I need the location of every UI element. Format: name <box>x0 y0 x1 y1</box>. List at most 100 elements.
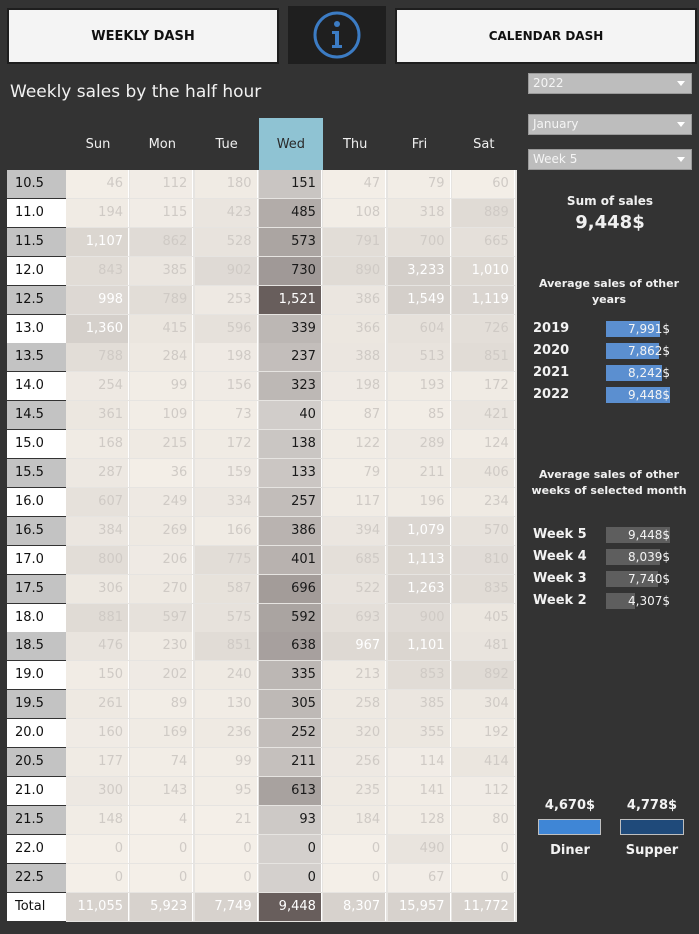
heatmap-cell[interactable]: 89 <box>130 690 194 719</box>
heatmap-cell[interactable]: 0 <box>194 834 258 863</box>
heatmap-cell[interactable]: 236 <box>194 719 258 748</box>
heatmap-cell[interactable]: 74 <box>130 748 194 776</box>
heatmap-cell[interactable]: 99 <box>130 372 194 401</box>
heatmap-cell[interactable]: 138 <box>258 430 322 459</box>
heatmap-cell[interactable]: 11,772 <box>451 892 515 921</box>
heatmap-cell[interactable]: 726 <box>451 314 515 343</box>
heatmap-cell[interactable]: 73 <box>194 401 258 430</box>
heatmap-cell[interactable]: 604 <box>387 314 451 343</box>
heatmap-cell[interactable]: 730 <box>258 256 322 285</box>
heatmap-cell[interactable]: 485 <box>258 198 322 227</box>
heatmap-cell[interactable]: 592 <box>258 603 322 632</box>
heatmap-cell[interactable]: 522 <box>323 574 387 603</box>
heatmap-cell[interactable]: 388 <box>323 343 387 372</box>
heatmap-cell[interactable]: 151 <box>258 170 322 198</box>
heatmap-cell[interactable]: 366 <box>323 314 387 343</box>
heatmap-cell[interactable]: 198 <box>323 372 387 401</box>
heatmap-cell[interactable]: 0 <box>451 834 515 863</box>
heatmap-cell[interactable]: 881 <box>66 603 129 632</box>
heatmap-cell[interactable]: 339 <box>258 314 322 343</box>
heatmap-cell[interactable]: 900 <box>387 603 451 632</box>
day-header-tue[interactable]: Tue <box>195 118 259 170</box>
heatmap-cell[interactable]: 40 <box>258 401 322 430</box>
heatmap-cell[interactable]: 177 <box>66 748 129 776</box>
heatmap-cell[interactable]: 696 <box>258 574 322 603</box>
heatmap-cell[interactable]: 0 <box>194 863 258 892</box>
heatmap-cell[interactable]: 1,263 <box>387 574 451 603</box>
heatmap-cell[interactable]: 789 <box>130 285 194 314</box>
heatmap-cell[interactable]: 93 <box>258 805 322 834</box>
heatmap-cell[interactable]: 0 <box>258 863 322 892</box>
heatmap-cell[interactable]: 1,113 <box>387 545 451 574</box>
heatmap-cell[interactable]: 613 <box>258 776 322 805</box>
heatmap-cell[interactable]: 115 <box>130 198 194 227</box>
heatmap-cell[interactable]: 685 <box>323 545 387 574</box>
heatmap-cell[interactable]: 415 <box>130 314 194 343</box>
heatmap-cell[interactable]: 889 <box>451 198 515 227</box>
heatmap-cell[interactable]: 1,119 <box>451 285 515 314</box>
heatmap-cell[interactable]: 406 <box>451 459 515 487</box>
heatmap-cell[interactable]: 0 <box>258 834 322 863</box>
heatmap-cell[interactable]: 159 <box>194 459 258 487</box>
heatmap-cell[interactable]: 156 <box>194 372 258 401</box>
heatmap-cell[interactable]: 320 <box>323 719 387 748</box>
heatmap-cell[interactable]: 172 <box>194 430 258 459</box>
heatmap-cell[interactable]: 122 <box>323 430 387 459</box>
heatmap-cell[interactable]: 851 <box>451 343 515 372</box>
heatmap-cell[interactable]: 184 <box>323 805 387 834</box>
heatmap-cell[interactable]: 1,107 <box>66 227 129 256</box>
heatmap-cell[interactable]: 169 <box>130 719 194 748</box>
heatmap-cell[interactable]: 11,055 <box>66 892 129 921</box>
heatmap-cell[interactable]: 80 <box>451 805 515 834</box>
heatmap-cell[interactable]: 7,749 <box>194 892 258 921</box>
heatmap-cell[interactable]: 421 <box>451 401 515 430</box>
heatmap-cell[interactable]: 270 <box>130 574 194 603</box>
heatmap-cell[interactable]: 253 <box>194 285 258 314</box>
heatmap-cell[interactable]: 304 <box>451 690 515 719</box>
heatmap-cell[interactable]: 481 <box>451 632 515 661</box>
year-dropdown[interactable]: 2022 <box>528 73 692 94</box>
heatmap-cell[interactable]: 386 <box>323 285 387 314</box>
heatmap-cell[interactable]: 85 <box>387 401 451 430</box>
heatmap-cell[interactable]: 168 <box>66 430 129 459</box>
heatmap-cell[interactable]: 249 <box>130 487 194 516</box>
heatmap-cell[interactable]: 1,079 <box>387 516 451 545</box>
day-header-sat[interactable]: Sat <box>452 118 516 170</box>
heatmap-cell[interactable]: 810 <box>451 545 515 574</box>
heatmap-cell[interactable]: 305 <box>258 690 322 719</box>
heatmap-cell[interactable]: 234 <box>451 487 515 516</box>
heatmap-cell[interactable]: 36 <box>130 459 194 487</box>
heatmap-cell[interactable]: 206 <box>130 545 194 574</box>
heatmap-cell[interactable]: 902 <box>194 256 258 285</box>
heatmap-cell[interactable]: 775 <box>194 545 258 574</box>
heatmap-cell[interactable]: 237 <box>258 343 322 372</box>
heatmap-cell[interactable]: 1,010 <box>451 256 515 285</box>
heatmap-cell[interactable]: 87 <box>323 401 387 430</box>
heatmap-cell[interactable]: 230 <box>130 632 194 661</box>
heatmap-cell[interactable]: 194 <box>66 198 129 227</box>
heatmap-cell[interactable]: 1,101 <box>387 632 451 661</box>
heatmap-cell[interactable]: 0 <box>66 834 129 863</box>
weekly-dash-button[interactable]: WEEKLY DASH <box>7 8 279 64</box>
heatmap-cell[interactable]: 665 <box>451 227 515 256</box>
heatmap-cell[interactable]: 490 <box>387 834 451 863</box>
day-header-thu[interactable]: Thu <box>323 118 387 170</box>
heatmap-cell[interactable]: 124 <box>451 430 515 459</box>
heatmap-cell[interactable]: 141 <box>387 776 451 805</box>
heatmap-cell[interactable]: 800 <box>66 545 129 574</box>
heatmap-cell[interactable]: 361 <box>66 401 129 430</box>
heatmap-cell[interactable]: 160 <box>66 719 129 748</box>
heatmap-cell[interactable]: 401 <box>258 545 322 574</box>
heatmap-cell[interactable]: 405 <box>451 603 515 632</box>
heatmap-cell[interactable]: 890 <box>323 256 387 285</box>
heatmap-cell[interactable]: 79 <box>323 459 387 487</box>
heatmap-cell[interactable]: 0 <box>130 863 194 892</box>
heatmap-cell[interactable]: 47 <box>323 170 387 198</box>
heatmap-cell[interactable]: 693 <box>323 603 387 632</box>
heatmap-cell[interactable]: 108 <box>323 198 387 227</box>
heatmap-cell[interactable]: 334 <box>194 487 258 516</box>
heatmap-cell[interactable]: 0 <box>451 863 515 892</box>
heatmap-cell[interactable]: 892 <box>451 661 515 690</box>
day-header-fri[interactable]: Fri <box>388 118 452 170</box>
day-header-sun[interactable]: Sun <box>66 118 130 170</box>
